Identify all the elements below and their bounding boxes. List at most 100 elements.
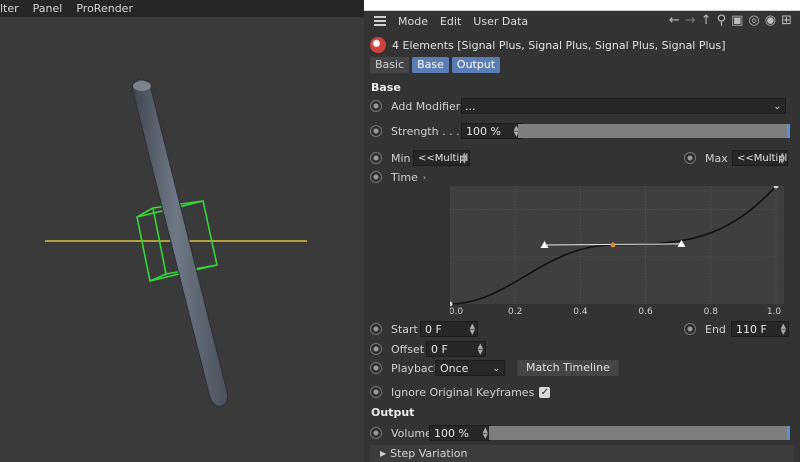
min-row: Min <<Multipl ▲ ▼ — [370, 149, 470, 167]
add-modifiers-row: Add Modifiers ... ⌄ — [370, 97, 790, 115]
add-modifiers-value: ... — [465, 100, 476, 113]
spinner-icon[interactable]: ▲ ▼ — [483, 427, 488, 440]
panel-menubar: Mode Edit User Data ← → ↑ ⚲ ▣ ◎ ◉ ⊞ — [364, 10, 800, 32]
match-timeline-button[interactable]: Match Timeline — [517, 360, 619, 376]
spinner-icon[interactable]: ▲ ▼ — [781, 323, 786, 336]
attribute-tabs: Basic Base Output — [370, 57, 501, 73]
menu-mode[interactable]: Mode — [398, 15, 428, 28]
section-base-heading: Base — [371, 81, 401, 94]
x-tick-label: 0.2 — [508, 307, 522, 316]
hamburger-menu-icon[interactable] — [374, 14, 386, 29]
keyframe-toggle-icon[interactable] — [370, 100, 382, 112]
offset-value: 0 F — [431, 343, 448, 356]
tab-basic[interactable]: Basic — [370, 57, 410, 73]
keyframe-toggle-icon[interactable] — [370, 343, 382, 355]
end-input[interactable]: 110 F ▲ ▼ — [731, 321, 789, 337]
chevron-right-icon[interactable]: › — [423, 173, 426, 182]
signal-object-icon — [370, 37, 386, 53]
chevron-down-icon: ⌄ — [492, 364, 500, 374]
search-icon[interactable]: ⚲ — [717, 13, 727, 28]
volume-slider-fill — [489, 426, 790, 440]
viewport-menu-panel[interactable]: Panel — [33, 2, 63, 15]
start-input[interactable]: 0 F ▲ ▼ — [420, 321, 478, 337]
add-modifiers-dropdown[interactable]: ... ⌄ — [461, 98, 786, 114]
max-label: Max — [705, 151, 728, 165]
time-spline-graph[interactable]: 0.0 0.2 0.4 0.6 0.8 1.0 0.4 0.8 — [450, 186, 784, 316]
ignore-keyframes-checkbox[interactable]: ✓ — [539, 386, 551, 398]
keyframe-toggle-icon[interactable] — [370, 323, 382, 335]
viewport-menu-prorender[interactable]: ProRender — [76, 2, 133, 15]
volume-slider-handle[interactable] — [787, 426, 790, 440]
volume-label: Volume — [391, 426, 432, 440]
keyframe-toggle-icon[interactable] — [370, 171, 382, 183]
spinner-icon[interactable]: ▲ ▼ — [462, 152, 467, 165]
keyframe-toggle-icon[interactable] — [684, 152, 696, 164]
strength-value: 100 % — [466, 125, 501, 138]
x-tick-label: 0.6 — [638, 307, 653, 316]
playback-value: Once — [440, 362, 469, 375]
spline-point-mid[interactable] — [610, 242, 616, 248]
keyframe-toggle-icon[interactable] — [370, 125, 382, 137]
step-variation-group[interactable]: ▶ Step Variation — [370, 445, 794, 462]
add-modifiers-label: Add Modifiers — [391, 99, 467, 113]
strength-input[interactable]: 100 % ▲ ▼ — [461, 123, 522, 139]
volume-input[interactable]: 100 % ▲ ▼ — [429, 425, 491, 441]
arrow-left-icon[interactable]: ← — [669, 13, 680, 28]
x-tick-label: 0.4 — [573, 307, 588, 316]
keyframe-toggle-icon[interactable] — [370, 386, 382, 398]
spinner-icon[interactable]: ▲ ▼ — [470, 323, 475, 336]
x-tick-label: 0.8 — [704, 307, 719, 316]
time-row: Time › — [370, 168, 426, 186]
playback-row: Playback Once ⌄ Match Timeline — [370, 359, 619, 377]
menu-user-data[interactable]: User Data — [473, 15, 528, 28]
viewport-3d[interactable]: lter Panel ProRender — [0, 0, 364, 462]
object-header: 4 Elements [Signal Plus, Signal Plus, Si… — [370, 36, 726, 54]
strength-slider-fill — [518, 124, 790, 138]
min-label: Min — [391, 151, 411, 165]
spinner-icon[interactable]: ▲ ▼ — [780, 152, 785, 165]
panel-toolbar: ← → ↑ ⚲ ▣ ◎ ◉ ⊞ — [669, 13, 792, 28]
ignore-keyframes-row: Ignore Original Keyframes ✓ — [370, 383, 551, 401]
keyframe-toggle-icon[interactable] — [370, 152, 382, 164]
tab-output[interactable]: Output — [451, 57, 501, 73]
strength-slider[interactable] — [518, 124, 790, 138]
spinner-icon[interactable]: ▲ ▼ — [478, 343, 483, 356]
volume-slider[interactable] — [489, 426, 790, 440]
start-value: 0 F — [425, 323, 442, 336]
offset-input[interactable]: 0 F ▲ ▼ — [426, 341, 486, 357]
end-value: 110 F — [736, 323, 767, 336]
settings-icon[interactable]: ◉ — [765, 13, 776, 28]
volume-value: 100 % — [434, 427, 469, 440]
cylinder-object — [132, 78, 229, 407]
max-row: Max <<Multipl ▲ ▼ — [684, 149, 788, 167]
max-input[interactable]: <<Multipl ▲ ▼ — [732, 150, 788, 166]
new-panel-icon[interactable]: ⊞ — [781, 13, 792, 28]
step-variation-label: Step Variation — [390, 447, 468, 460]
graph-x-ticks: 0.0 0.2 0.4 0.6 0.8 1.0 — [450, 307, 781, 316]
playback-label: Playback — [391, 361, 441, 375]
x-tick-label: 0.0 — [450, 307, 463, 316]
ignore-keyframes-label: Ignore Original Keyframes — [391, 385, 535, 399]
keyframe-toggle-icon[interactable] — [370, 427, 382, 439]
keyframe-toggle-icon[interactable] — [370, 362, 382, 374]
offset-label: Offset — [391, 342, 425, 356]
menu-edit[interactable]: Edit — [440, 15, 461, 28]
arrow-right-icon[interactable]: → — [685, 13, 696, 28]
min-input[interactable]: <<Multipl ▲ ▼ — [413, 150, 470, 166]
chevron-down-icon: ⌄ — [773, 102, 781, 112]
lock-icon[interactable]: ▣ — [731, 13, 743, 28]
end-label: End — [705, 322, 726, 336]
target-icon[interactable]: ◎ — [748, 13, 759, 28]
viewport-scene[interactable] — [0, 17, 364, 462]
offset-row: Offset 0 F ▲ ▼ — [370, 340, 486, 358]
start-row: Start 0 F ▲ ▼ — [370, 320, 478, 338]
playback-dropdown[interactable]: Once ⌄ — [435, 360, 505, 376]
strength-slider-handle[interactable] — [787, 124, 790, 138]
viewport-menu-filter[interactable]: lter — [0, 2, 19, 15]
keyframe-toggle-icon[interactable] — [684, 323, 696, 335]
arrow-up-icon[interactable]: ↑ — [701, 13, 712, 28]
triangle-right-icon: ▶ — [380, 449, 387, 458]
x-tick-label: 1.0 — [767, 307, 782, 316]
start-label: Start — [391, 322, 418, 336]
tab-base[interactable]: Base — [412, 57, 449, 73]
